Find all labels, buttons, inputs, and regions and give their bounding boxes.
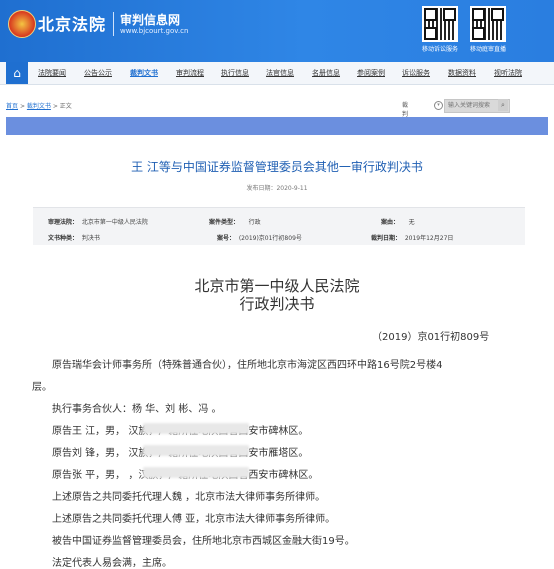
- nav-execution-info[interactable]: 执行信息: [221, 68, 249, 78]
- search-icon[interactable]: ⌕: [498, 99, 508, 111]
- breadcrumb-judgments[interactable]: 裁判文书: [27, 103, 51, 110]
- nav-reference-cases[interactable]: 参阅案例: [357, 68, 385, 78]
- breadcrumb-home[interactable]: 首页: [6, 103, 18, 110]
- meta-doc-type: 文书种类： 判决书: [48, 235, 100, 242]
- paragraph: 被告中国证券监督管理委员会，住所地北京市西城区金融大街19号。: [52, 536, 355, 547]
- dropdown-icon[interactable]: ▾: [434, 101, 443, 110]
- main-nav: ⌂ 法院要闻 公告公示 裁判文书 审判流程 执行信息 法官信息 名册信息 参阅案…: [0, 62, 554, 85]
- paragraph: 原告瑞华会计师事务所（特殊普通合伙），住所地北京市海淀区西四环中路16号院2号楼…: [52, 360, 443, 371]
- nav-court-news[interactable]: 法院要闻: [38, 68, 66, 78]
- home-icon[interactable]: ⌂: [6, 62, 28, 84]
- nav-rosters[interactable]: 名册信息: [312, 68, 340, 78]
- nav-judge-info[interactable]: 法官信息: [266, 68, 294, 78]
- meta-case-type: 案件类型： 行政: [209, 219, 261, 226]
- qr-code-icon: [470, 6, 506, 42]
- meta-cause: 案由： 无: [381, 219, 415, 226]
- redaction-mask: [143, 445, 249, 456]
- section-banner: [6, 117, 548, 135]
- site-name[interactable]: 北京法院: [38, 11, 106, 35]
- paragraph: 层。: [32, 382, 52, 393]
- redaction-mask: [143, 467, 249, 478]
- breadcrumb-current: 正文: [59, 103, 72, 110]
- nav-judgments[interactable]: 裁判文书: [130, 68, 158, 78]
- paragraph: 上述原告之共同委托代理人魏 ，北京市法大律师事务所律师。: [52, 492, 326, 503]
- site-header: 北京法院 审判信息网 www.bjcourt.gov.cn 移动诉讼服务 移动庭…: [0, 0, 554, 62]
- qr-label-trial-live: 移动庭审直播: [469, 46, 506, 53]
- nav-trial-process[interactable]: 审判流程: [176, 68, 204, 78]
- header-divider: [113, 12, 114, 36]
- meta-case-no: 案号： (2019)京01行初809号: [217, 235, 302, 242]
- breadcrumb: 首页 > 裁判文书 > 正文: [6, 103, 72, 110]
- redaction-mask: [143, 423, 249, 434]
- site-subtitle: 审判信息网: [120, 13, 181, 27]
- paragraph: 上述原告之共同委托代理人傅 亚，北京市法大律师事务所律师。: [52, 514, 336, 525]
- nav-litigation-service[interactable]: 诉讼服务: [402, 68, 430, 78]
- judgment-type: 行政判决书: [239, 295, 315, 313]
- site-url: www.bjcourt.gov.cn: [120, 27, 189, 35]
- nav-data[interactable]: 数据资料: [448, 68, 476, 78]
- document-title: 王 江等与中国证券监督管理委员会其他一审行政判决书: [131, 160, 423, 174]
- nav-announcements[interactable]: 公告公示: [84, 68, 112, 78]
- meta-court: 审理法院： 北京市第一中级人民法院: [48, 219, 148, 226]
- case-number: （2019）京01行初809号: [372, 332, 490, 343]
- qr-label-litigation: 移动诉讼服务: [421, 46, 458, 53]
- nav-video-court[interactable]: 视听法院: [494, 68, 522, 78]
- case-meta: 审理法院： 北京市第一中级人民法院 案件类型： 行政 案由： 无 文书种类： 判…: [33, 207, 525, 245]
- publish-date: 发布日期：2020-9-11: [246, 185, 308, 192]
- court-emblem-icon: [8, 10, 36, 38]
- paragraph: 执行事务合伙人：杨 华、刘 彬、冯 。: [52, 404, 222, 415]
- qr-code-icon: [422, 6, 458, 42]
- meta-judgment-date: 裁判日期： 2019年12月27日: [371, 235, 454, 242]
- paragraph: 法定代表人易会满，主席。: [52, 558, 172, 569]
